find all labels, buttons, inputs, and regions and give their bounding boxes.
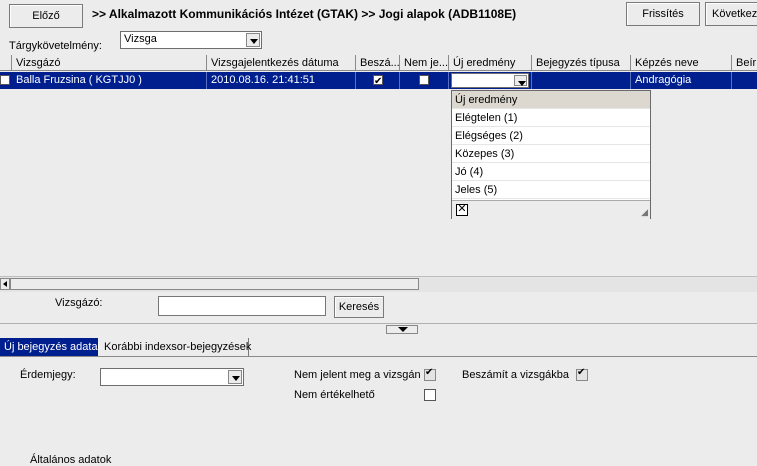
student-cell: Balla Fruzsina ( KGTJJ0 ) [12,72,207,89]
counted-cell [356,72,400,89]
grade-select[interactable] [100,368,244,386]
absent-form-checkbox[interactable] [424,367,436,381]
date-cell: 2010.08.16. 21:41:51 [207,72,356,89]
column-header-student[interactable]: Vizsgázó [12,55,207,71]
counted-label: Beszámít a vizsgákba [462,369,569,381]
dropdown-footer: ✕ ◢ [452,200,650,219]
chevron-down-icon[interactable] [246,33,260,47]
dropdown-option[interactable]: Jeles (5) [452,181,650,199]
column-header-result[interactable]: Új eredmény [449,55,532,71]
tab-bar: Új bejegyzés adatai Korábbi indexsor-bej… [0,336,757,357]
column-header-training[interactable]: Képzés neve [631,55,732,71]
not-evaluable-label: Nem értékelhető [294,389,375,401]
splitter-toggle[interactable] [386,325,418,334]
not-evaluable-checkbox[interactable] [424,389,436,401]
back-button[interactable]: Előző [9,4,83,28]
row-select-checkbox[interactable] [0,75,10,85]
requirement-select[interactable]: Vizsga [120,31,262,49]
tab-previous-entries[interactable]: Korábbi indexsor-bejegyzések [100,338,251,356]
row-selector[interactable] [0,72,12,89]
entry-type-cell [532,72,631,89]
splitter-line [0,323,757,324]
chevron-down-icon[interactable] [228,370,242,384]
absent-cell [400,72,449,89]
table-row[interactable]: Balla Fruzsina ( KGTJJ0 ) 2010.08.16. 21… [0,72,757,89]
counted-checkbox[interactable] [373,73,383,89]
result-dropdown-list: Új eredmény Elégtelen (1) Elégséges (2) … [451,90,651,219]
search-label: Vizsgázó: [55,297,103,309]
column-header-absent[interactable]: Nem je... [400,55,449,71]
arrow-left-icon [3,281,7,287]
requirement-label: Tárgykövetelmény: [9,40,102,52]
scroll-left-button[interactable] [0,278,10,290]
breadcrumb: >> Alkalmazott Kommunikációs Intézet (GT… [92,7,517,21]
training-cell: Andragógia [631,72,732,89]
absent-label: Nem jelent meg a vizsgán [294,369,421,381]
enrolled-cell [732,72,757,89]
requirement-value: Vizsga [124,33,157,45]
column-header-enrolled[interactable]: Beír [732,55,757,71]
general-data-label: Általános adatok [30,454,112,466]
dropdown-option[interactable]: Elégséges (2) [452,127,650,145]
horizontal-scrollbar[interactable] [0,276,757,292]
dropdown-option-header[interactable]: Új eredmény [452,91,650,109]
dropdown-option[interactable]: Elégtelen (1) [452,109,650,127]
result-cell[interactable] [449,72,532,89]
absent-checkbox[interactable] [419,75,429,85]
dropdown-option[interactable]: Közepes (3) [452,145,650,163]
column-header-counted[interactable]: Beszá... [356,55,400,71]
row-selector-header [0,55,12,71]
close-icon[interactable]: ✕ [456,204,468,216]
dropdown-option[interactable]: Jó (4) [452,163,650,181]
search-button[interactable]: Keresés [334,296,384,318]
student-search-input[interactable] [158,296,326,316]
resize-grip-icon[interactable]: ◢ [641,207,648,218]
chevron-down-icon[interactable] [514,75,527,86]
grade-label: Érdemjegy: [20,369,76,381]
next-button[interactable]: Következő [705,2,757,26]
result-select[interactable] [451,73,529,88]
counted-form-checkbox[interactable] [576,367,588,381]
scroll-thumb[interactable] [10,278,419,290]
refresh-button[interactable]: Frissítés [626,2,700,26]
column-header-entry-type[interactable]: Bejegyzés típusa [532,55,631,71]
tab-new-entry[interactable]: Új bejegyzés adatai [0,338,100,356]
chevron-down-icon [398,327,408,332]
column-header-date[interactable]: Vizsgajelentkezés dátuma [207,55,356,71]
